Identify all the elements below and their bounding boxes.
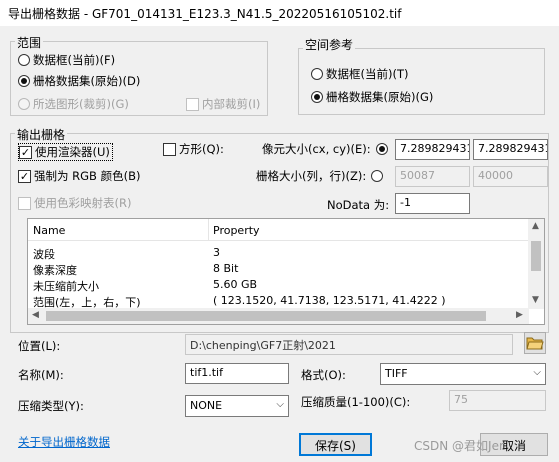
columns-field[interactable]: 50087 <box>395 166 470 187</box>
square-label: 方形(Q): <box>179 142 224 156</box>
compression-quality-field[interactable]: 75 <box>449 390 546 411</box>
location-label: 位置(L): <box>18 339 61 353</box>
sr-data-frame-label: 数据框(当前)(T) <box>326 67 409 81</box>
use-colormap-checkbox[interactable]: 使用色彩映射表(R) <box>18 195 131 211</box>
property-value: 8 Bit <box>213 262 239 275</box>
compression-type-dropdown[interactable]: NONE ⌵ <box>185 395 289 417</box>
compression-quality-label: 压缩质量(1-100)(C): <box>301 395 411 409</box>
property-name: 波段 <box>33 248 55 261</box>
force-rgb-checkbox[interactable]: ✓ 强制为 RGB 颜色(B) <box>18 168 140 184</box>
list-item: 波段 3 <box>28 246 529 261</box>
property-value: ( 123.1520, 41.7138, 123.5171, 41.4222 ) <box>213 294 446 307</box>
list-item: 未压缩前大小 5.60 GB <box>28 278 529 293</box>
properties-header: Name Property <box>28 219 529 241</box>
property-name: 像素深度 <box>33 264 77 277</box>
raster-size-label: 栅格大小(列，行)(Z): <box>256 169 367 183</box>
property-value: 5.60 GB <box>213 278 258 291</box>
scroll-down-icon[interactable]: ▼ <box>532 295 539 305</box>
force-rgb-label: 强制为 RGB 颜色(B) <box>34 169 141 183</box>
compression-type-value: NONE <box>190 399 223 412</box>
save-button-label: 保存(S) <box>315 439 356 453</box>
cell-size-label: 像元大小(cx, cy)(E): <box>262 142 371 156</box>
property-value: 3 <box>213 246 220 259</box>
name-label: 名称(M): <box>18 368 64 382</box>
chevron-down-icon: ⌵ <box>276 399 284 410</box>
list-item: 像素深度 8 Bit <box>28 262 529 277</box>
radio-circle-selected <box>375 143 388 155</box>
radio-circle <box>18 54 30 66</box>
extent-data-frame-radio[interactable]: 数据框(当前)(F) <box>18 52 115 68</box>
scroll-right-icon[interactable]: ▶ <box>516 310 523 320</box>
extent-selected-graphics-label: 所选图形(裁剪)(G) <box>33 97 129 111</box>
checkbox-box <box>18 196 31 210</box>
sr-raster-dataset-radio[interactable]: 栅格数据集(原始)(G) <box>311 89 433 105</box>
output-raster-title: 输出栅格 <box>15 126 68 143</box>
use-colormap-label: 使用色彩映射表(R) <box>34 196 132 210</box>
extent-data-frame-label: 数据框(当前)(F) <box>33 53 116 67</box>
format-label: 格式(O): <box>301 368 346 382</box>
list-item: 范围(左，上，右，下) ( 123.1520, 41.7138, 123.517… <box>28 294 529 309</box>
use-renderer-label: 使用渲染器(U) <box>35 145 110 159</box>
extent-raster-dataset-radio[interactable]: 栅格数据集(原始)(D) <box>18 73 140 89</box>
scroll-up-icon[interactable]: ▲ <box>532 221 539 231</box>
column-header-property[interactable]: Property <box>213 224 260 237</box>
save-button[interactable]: 保存(S) <box>299 433 372 456</box>
folder-open-icon <box>526 337 544 350</box>
scroll-left-icon[interactable]: ◀ <box>32 310 39 320</box>
format-dropdown[interactable]: TIFF ⌵ <box>380 363 546 385</box>
radio-circle-selected <box>18 75 30 87</box>
property-name: 未压缩前大小 <box>33 280 99 293</box>
extent-raster-dataset-label: 栅格数据集(原始)(D) <box>33 74 141 88</box>
scrollbar-thumb[interactable] <box>46 311 486 321</box>
radio-circle-selected <box>311 91 323 103</box>
sr-data-frame-radio[interactable]: 数据框(当前)(T) <box>311 66 408 82</box>
nodata-field[interactable]: -1 <box>395 193 470 214</box>
nodata-label: NoData 为: <box>327 198 390 212</box>
cell-size-y-field[interactable]: 7.2898294314 <box>473 139 548 160</box>
inner-clip-checkbox[interactable]: 内部裁剪(I) <box>186 96 260 112</box>
format-value: TIFF <box>385 367 408 380</box>
extent-selected-graphics-radio[interactable]: 所选图形(裁剪)(G) <box>18 96 129 112</box>
sr-raster-dataset-label: 栅格数据集(原始)(G) <box>326 90 434 104</box>
properties-list[interactable]: Name Property 波段 3 像素深度 8 Bit 未压缩前大小 5.6… <box>27 218 545 325</box>
cancel-button-label: 取消 <box>501 439 526 453</box>
compression-type-label: 压缩类型(Y): <box>18 399 84 413</box>
raster-size-radio[interactable]: 栅格大小(列，行)(Z): <box>256 168 386 184</box>
browse-folder-button[interactable] <box>524 332 546 354</box>
checkmark-icon: ✓ <box>19 145 32 159</box>
radio-circle <box>311 68 323 80</box>
horizontal-scrollbar[interactable]: ◀ ▶ <box>28 308 529 324</box>
use-renderer-checkbox[interactable]: ✓ 使用渲染器(U) <box>18 143 113 161</box>
name-field[interactable]: tif1.tif <box>185 363 289 384</box>
checkbox-box <box>163 142 176 156</box>
radio-circle <box>371 170 384 182</box>
checkbox-box <box>186 97 199 111</box>
spatial-reference-title: 空间参考 <box>303 36 356 53</box>
cell-size-x-field[interactable]: 7.2898294314 <box>395 139 470 160</box>
column-divider <box>208 219 209 241</box>
chevron-down-icon: ⌵ <box>533 367 541 378</box>
radio-circle-disabled <box>18 98 30 110</box>
square-checkbox[interactable]: 方形(Q): <box>163 141 224 157</box>
inner-clip-label: 内部裁剪(I) <box>202 97 261 111</box>
title-bar: 导出栅格数据 - GF701_014131_E123.3_N41.5_20220… <box>0 0 559 26</box>
about-export-link[interactable]: 关于导出栅格数据 <box>18 434 110 450</box>
watermark-text: CSDN @君如Jer <box>414 439 504 453</box>
checkmark-icon: ✓ <box>18 169 31 183</box>
window-title: 导出栅格数据 - GF701_014131_E123.3_N41.5_20220… <box>8 7 402 21</box>
extent-group-title: 范围 <box>15 34 44 51</box>
vertical-scrollbar[interactable]: ▲ ▼ <box>528 219 544 309</box>
location-field[interactable]: D:\chenping\GF7正射\2021 <box>185 334 513 355</box>
column-header-name[interactable]: Name <box>33 224 65 237</box>
rows-field[interactable]: 40000 <box>473 166 548 187</box>
cell-size-radio[interactable]: 像元大小(cx, cy)(E): <box>262 141 391 157</box>
scrollbar-thumb[interactable] <box>531 241 541 271</box>
